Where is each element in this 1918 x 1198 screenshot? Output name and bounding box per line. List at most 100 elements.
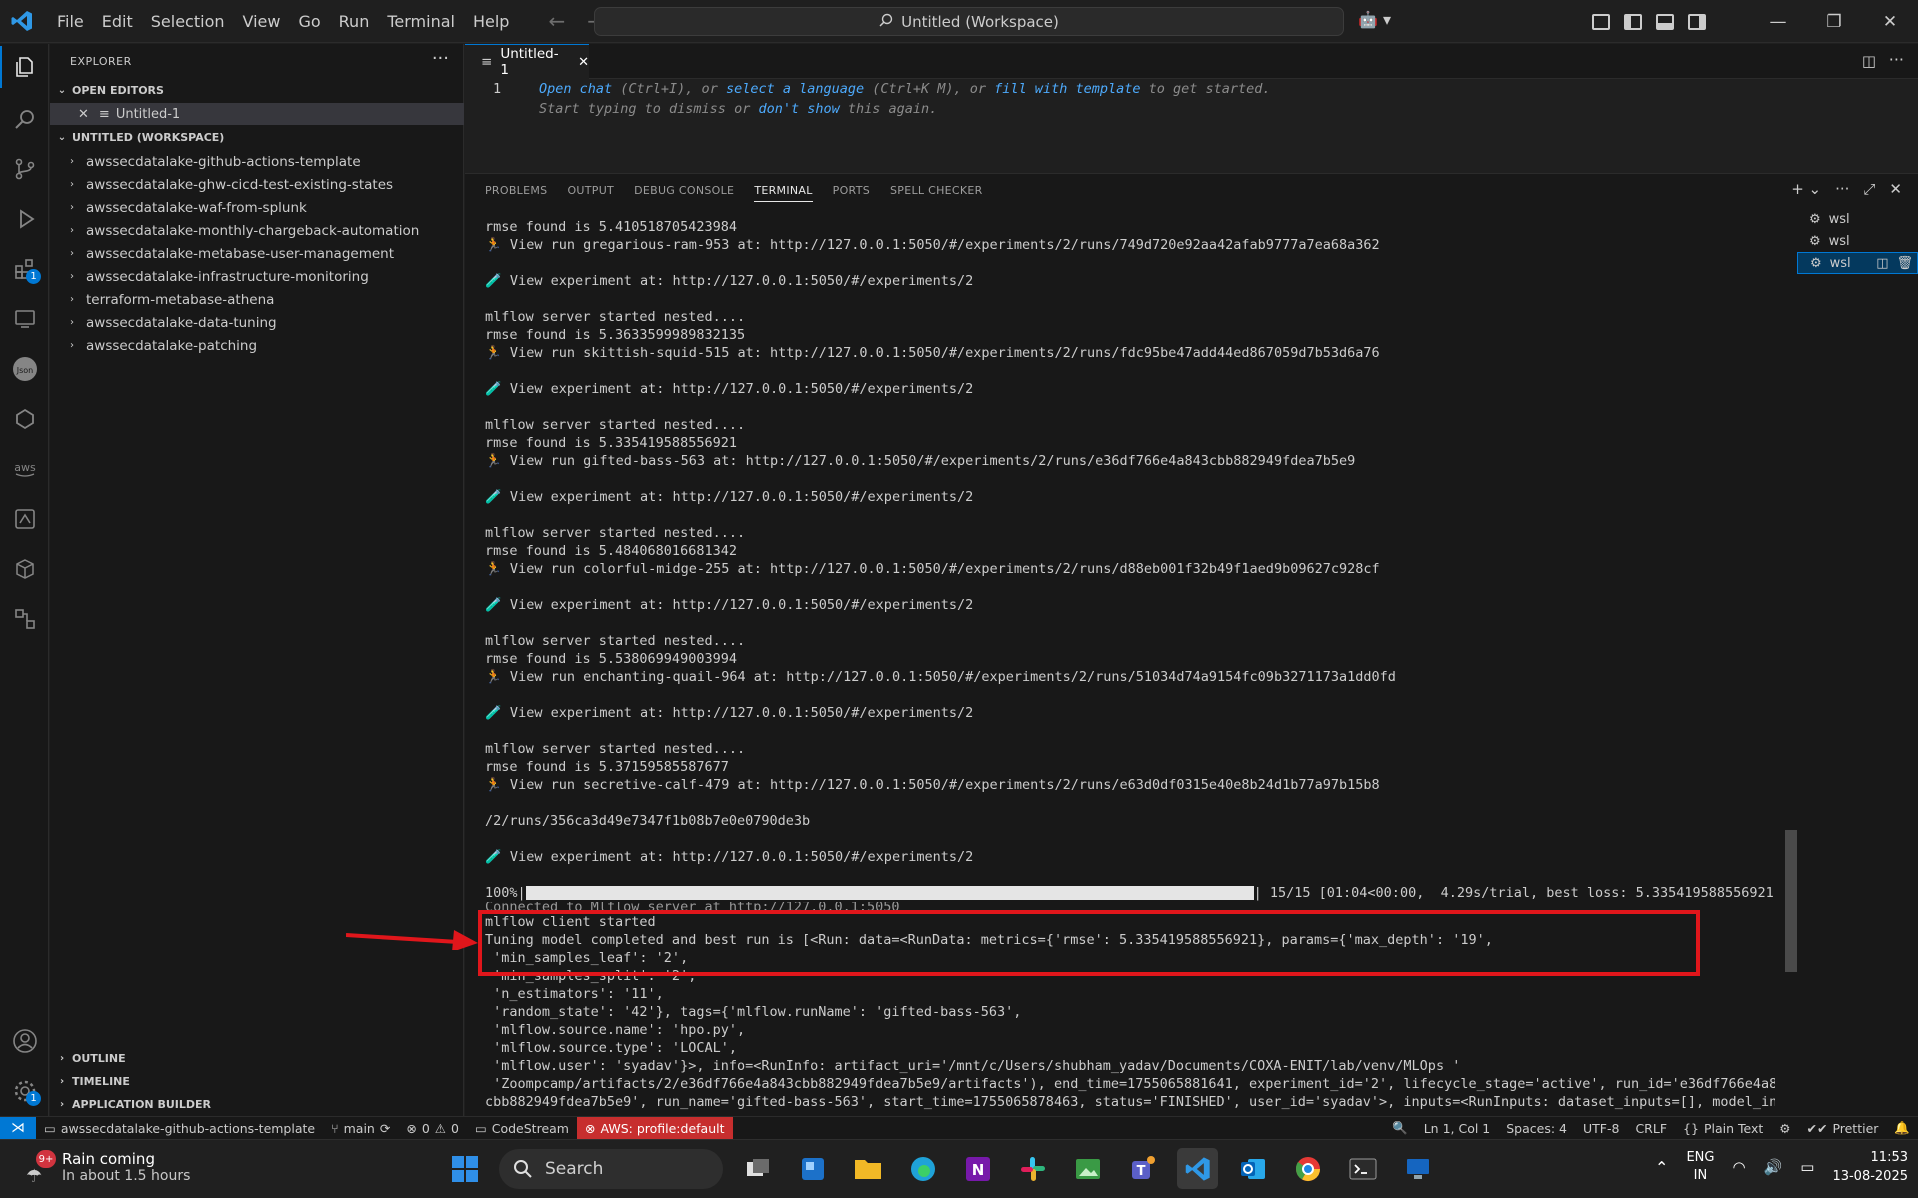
encoding[interactable]: UTF-8 xyxy=(1575,1121,1627,1136)
terminal-instance[interactable]: ⚙ wsl xyxy=(1797,230,1918,252)
chrome-icon[interactable] xyxy=(1287,1148,1328,1189)
tab-debug-console[interactable]: DEBUG CONSOLE xyxy=(634,184,734,202)
tab-terminal[interactable]: TERMINAL xyxy=(754,184,813,202)
toggle-sidebar-icon[interactable] xyxy=(1624,13,1642,30)
copilot-status-icon[interactable]: ⚙ xyxy=(1771,1121,1798,1136)
close-panel-icon[interactable]: ✕ xyxy=(1889,180,1902,198)
taskbar-search[interactable]: Search xyxy=(499,1148,723,1189)
terminal-app-icon[interactable] xyxy=(1342,1148,1383,1189)
repo-status[interactable]: ▭ awssecdatalake-github-actions-template xyxy=(36,1121,323,1136)
weather-widget[interactable]: 9+ ☂ Rain coming In about 1.5 hours xyxy=(26,1150,190,1187)
battery-icon[interactable]: ▭ xyxy=(1800,1158,1814,1176)
notifications-bell-icon[interactable]: 🔔 xyxy=(1886,1120,1918,1136)
back-arrow-icon[interactable]: ← xyxy=(548,9,565,33)
outline-header[interactable]: › OUTLINE xyxy=(50,1048,464,1068)
terminal-instance[interactable]: ⚙ wsl xyxy=(1797,208,1918,230)
remote-connections-icon[interactable] xyxy=(0,598,49,640)
split-terminal-icon[interactable]: ◫ xyxy=(1876,256,1888,271)
folder-item[interactable]: › terraform-metabase-athena xyxy=(50,288,464,311)
remote-explorer-icon[interactable] xyxy=(0,298,49,340)
close-icon[interactable]: ✕ xyxy=(78,107,89,122)
problems-status[interactable]: ⊗ 0 ⚠ 0 xyxy=(398,1121,467,1136)
slack-icon[interactable] xyxy=(1012,1148,1053,1189)
menu-run[interactable]: Run xyxy=(330,6,379,37)
tab-ports[interactable]: PORTS xyxy=(833,184,870,202)
manage-gear-icon[interactable]: 1 xyxy=(0,1070,49,1112)
folder-item[interactable]: › awssecdatalake-metabase-user-management xyxy=(50,242,464,265)
menu-go[interactable]: Go xyxy=(289,6,329,37)
account-icon[interactable] xyxy=(0,1020,49,1062)
remote-indicator-icon[interactable]: ⋊ xyxy=(0,1116,36,1140)
run-debug-icon[interactable] xyxy=(0,198,49,240)
json-icon[interactable]: Json xyxy=(0,348,49,390)
menu-file[interactable]: File xyxy=(48,6,93,37)
maximize-panel-icon[interactable]: ⤢ xyxy=(1863,180,1875,198)
prettier-status[interactable]: ✔✔ Prettier xyxy=(1798,1121,1886,1136)
new-terminal-icon[interactable]: + ⌄ xyxy=(1791,180,1821,198)
select-language-link[interactable]: select a language xyxy=(726,81,864,97)
tab-spell-checker[interactable]: SPELL CHECKER xyxy=(890,184,983,202)
open-chat-link[interactable]: Open chat xyxy=(539,81,612,97)
application-builder-header[interactable]: › APPLICATION BUILDER xyxy=(50,1094,464,1114)
codestream-status[interactable]: ▭ CodeStream xyxy=(467,1121,577,1136)
image-viewer-icon[interactable] xyxy=(1067,1148,1108,1189)
folder-item[interactable]: › awssecdatalake-github-actions-template xyxy=(50,150,464,173)
menu-edit[interactable]: Edit xyxy=(93,6,142,37)
editor-more-icon[interactable]: ··· xyxy=(1889,50,1904,69)
windows-start-icon[interactable] xyxy=(444,1148,485,1189)
search-activity-icon[interactable] xyxy=(0,98,49,140)
remote-desktop-icon[interactable] xyxy=(1397,1148,1438,1189)
outlook-icon[interactable] xyxy=(1232,1148,1273,1189)
extensions-icon[interactable]: 1 xyxy=(0,248,49,290)
menu-selection[interactable]: Selection xyxy=(142,6,234,37)
split-editor-icon[interactable]: ◫ xyxy=(1862,52,1876,70)
open-editor-item[interactable]: ✕ ≡ Untitled-1 xyxy=(50,103,464,125)
file-explorer-icon[interactable] xyxy=(847,1148,888,1189)
trash-icon[interactable]: 🗑 xyxy=(1896,256,1913,271)
widgets-icon[interactable] xyxy=(792,1148,833,1189)
customize-layout-icon[interactable] xyxy=(1592,13,1610,30)
vscode-taskbar-icon[interactable] xyxy=(1177,1148,1218,1189)
teams-icon[interactable]: T xyxy=(1122,1148,1163,1189)
tab-untitled-1[interactable]: ≡ Untitled-1 ✕ xyxy=(465,44,589,79)
toggle-secondary-sidebar-icon[interactable] xyxy=(1688,13,1706,30)
branch-status[interactable]: ⑂ main ⟳ xyxy=(323,1121,398,1136)
terminal-instance[interactable]: ⚙ wsl ◫ 🗑 xyxy=(1797,252,1918,274)
aws-icon[interactable]: aws xyxy=(0,448,49,490)
cursor-position[interactable]: Ln 1, Col 1 xyxy=(1416,1121,1499,1136)
gitlens-icon[interactable] xyxy=(0,398,49,440)
tab-output[interactable]: OUTPUT xyxy=(567,184,614,202)
folder-item[interactable]: › awssecdatalake-data-tuning xyxy=(50,311,464,334)
folder-item[interactable]: › awssecdatalake-infrastructure-monitorin… xyxy=(50,265,464,288)
restore-icon[interactable]: ❐ xyxy=(1806,12,1862,32)
terminal-output[interactable]: rmse found is 5.410518705423984 🏃 View ru… xyxy=(485,218,1775,1116)
menu-help[interactable]: Help xyxy=(464,6,518,37)
source-control-icon[interactable] xyxy=(0,148,49,190)
folder-item[interactable]: › awssecdatalake-ghw-cicd-test-existing-s… xyxy=(50,173,464,196)
language-mode[interactable]: {} Plain Text xyxy=(1675,1121,1771,1136)
command-center[interactable]: Untitled (Workspace) xyxy=(594,7,1344,36)
volume-icon[interactable]: 🔊 xyxy=(1764,1158,1783,1176)
folder-item[interactable]: › awssecdatalake-waf-from-splunk xyxy=(50,196,464,219)
terminal-scrollbar[interactable] xyxy=(1785,830,1797,972)
edge-browser-icon[interactable] xyxy=(902,1148,943,1189)
menu-view[interactable]: View xyxy=(234,6,290,37)
close-window-icon[interactable]: ✕ xyxy=(1862,12,1918,32)
copilot-icon[interactable]: 🤖 ▾ xyxy=(1358,10,1391,29)
aws-profile-status[interactable]: ⊗ AWS: profile:default xyxy=(576,1116,733,1140)
minimize-icon[interactable]: — xyxy=(1750,12,1806,32)
close-tab-icon[interactable]: ✕ xyxy=(578,55,589,70)
explorer-icon[interactable] xyxy=(0,46,49,88)
timeline-header[interactable]: › TIMELINE xyxy=(50,1071,464,1091)
input-language[interactable]: ENG IN xyxy=(1686,1149,1714,1185)
onenote-icon[interactable]: N xyxy=(957,1148,998,1189)
indentation[interactable]: Spaces: 4 xyxy=(1498,1121,1575,1136)
clock[interactable]: 11:53 13-08-2025 xyxy=(1832,1148,1908,1186)
menu-terminal[interactable]: Terminal xyxy=(378,6,464,37)
dont-show-link[interactable]: don't show xyxy=(758,101,839,117)
folder-item[interactable]: › awssecdatalake-monthly-chargeback-autom… xyxy=(50,219,464,242)
folder-item[interactable]: › awssecdatalake-patching xyxy=(50,334,464,357)
task-view-icon[interactable] xyxy=(737,1148,778,1189)
cube-icon[interactable] xyxy=(0,548,49,590)
panel-more-icon[interactable]: ··· xyxy=(1835,180,1849,198)
